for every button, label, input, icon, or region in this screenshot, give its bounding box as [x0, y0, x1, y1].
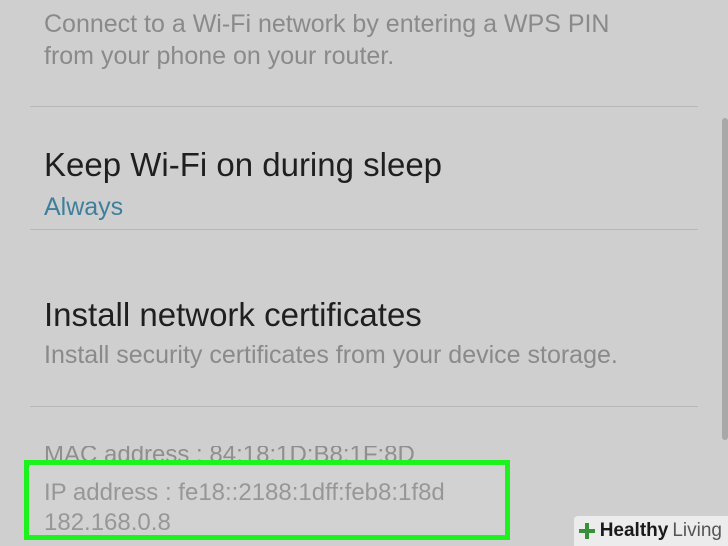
watermark-brand-light: Living [672, 520, 722, 541]
keep-wifi-sleep-value: Always [44, 193, 124, 221]
keep-wifi-sleep-title: Keep Wi-Fi on during sleep [44, 146, 443, 183]
watermark-brand-bold: Healthy [599, 520, 669, 541]
watermark-logo: Healthy Living [573, 516, 728, 546]
install-certificates-item[interactable]: Install network certificates Install sec… [0, 230, 728, 406]
install-certificates-description: Install security certificates from your … [44, 341, 618, 369]
ip-address-highlight-box [24, 460, 510, 540]
keep-wifi-sleep-item[interactable]: Keep Wi-Fi on during sleep Always [0, 107, 728, 229]
scrollbar[interactable] [722, 118, 728, 440]
install-certificates-title: Install network certificates [44, 296, 422, 333]
wps-pin-description-line1: Connect to a Wi-Fi network by entering a… [44, 10, 610, 38]
wifi-advanced-settings-screen: Connect to a Wi-Fi network by entering a… [0, 0, 728, 546]
plus-cross-icon [578, 522, 596, 540]
divider [30, 406, 698, 407]
wps-pin-item[interactable]: Connect to a Wi-Fi network by entering a… [0, 0, 728, 106]
wps-pin-description-line2: from your phone on your router. [44, 42, 395, 70]
